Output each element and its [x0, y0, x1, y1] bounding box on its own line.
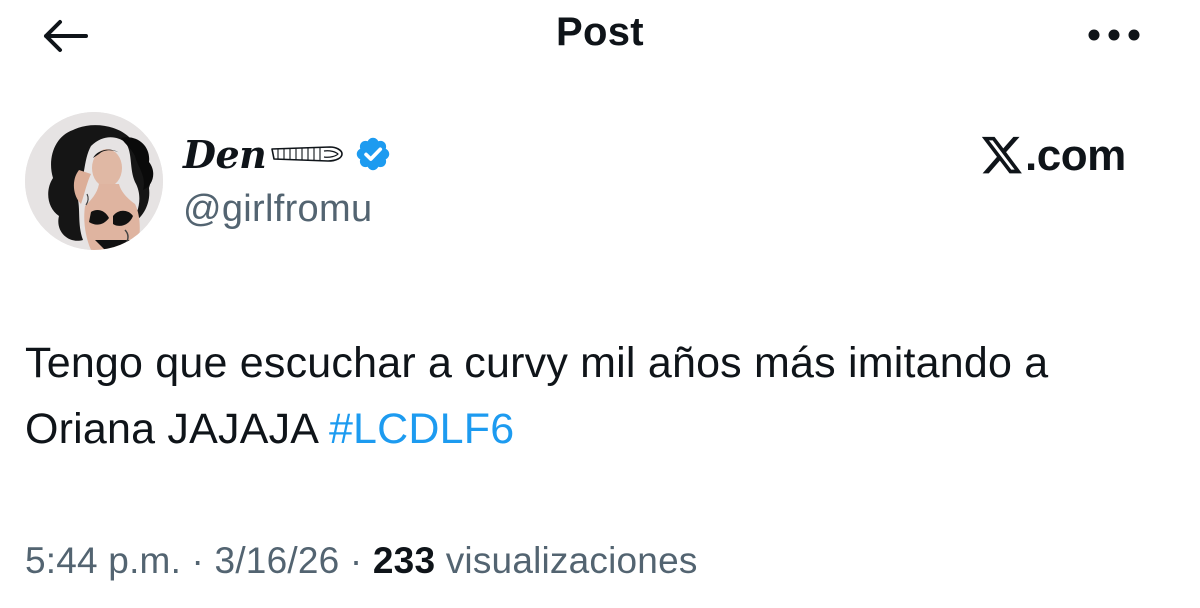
views-label: visualizaciones: [445, 540, 698, 581]
meta-separator: ·: [181, 540, 215, 581]
tweet-time[interactable]: 5:44 p.m.: [25, 540, 181, 581]
page-title: Post: [556, 10, 644, 54]
tweet-text: Tengo que escuchar a curvy mil años más …: [25, 330, 1165, 462]
wing-icon: [270, 143, 344, 165]
author-handle[interactable]: @girlfromu: [183, 188, 372, 231]
author-name[interactable]: Den: [183, 128, 392, 180]
watermark-domain: .com: [1025, 131, 1126, 180]
post-page: Post Den @girlfromu .com Tengo que escuc…: [0, 0, 1200, 608]
more-options-button[interactable]: [1082, 18, 1146, 52]
tweet-meta: 5:44 p.m. · 3/16/26 · 233 visualizacione…: [25, 540, 698, 582]
more-horizontal-icon: [1088, 29, 1140, 41]
tweet-body: Tengo que escuchar a curvy mil años más …: [25, 339, 1049, 453]
display-name: Den: [183, 131, 267, 177]
hashtag-link[interactable]: #LCDLF6: [329, 405, 514, 453]
tweet-date[interactable]: 3/16/26: [215, 540, 340, 581]
avatar[interactable]: [25, 112, 163, 250]
x-watermark: .com: [980, 128, 1152, 184]
avatar-illustration: [25, 112, 163, 250]
x-logo-icon: [980, 135, 1024, 177]
views-count: 233: [372, 540, 436, 581]
meta-separator: ·: [339, 540, 373, 581]
verified-badge-icon: [354, 135, 392, 173]
